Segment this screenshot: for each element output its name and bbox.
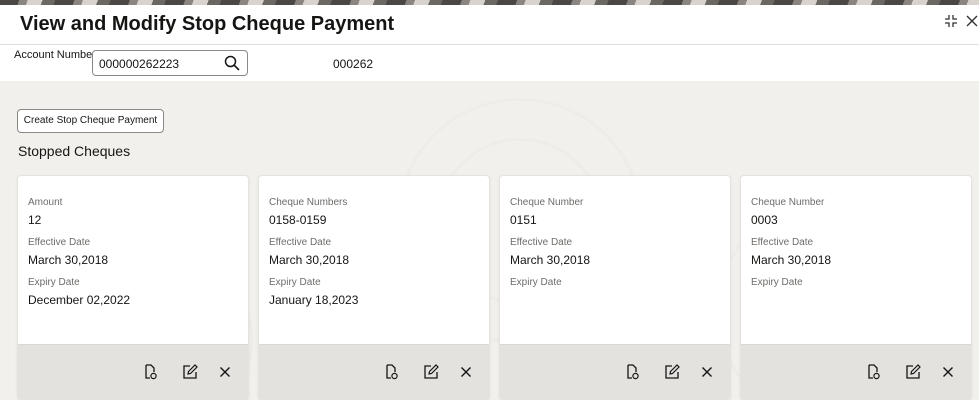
field1-label: Cheque Number bbox=[751, 197, 825, 208]
account-number-value: 000000262223 bbox=[99, 57, 180, 71]
effective-date-value: March 30,2018 bbox=[269, 253, 350, 267]
expiry-date-label: Expiry Date bbox=[510, 277, 562, 288]
effective-date-label: Effective Date bbox=[28, 237, 91, 248]
account-bar: Account Number 000000262223 000262 bbox=[0, 45, 979, 81]
title-bar: View and Modify Stop Cheque Payment bbox=[0, 5, 979, 45]
field1-value: 12 bbox=[28, 213, 42, 227]
effective-date-value: March 30,2018 bbox=[28, 253, 109, 267]
stopped-cheque-card: Cheque Number 0151 Effective Date March … bbox=[499, 175, 731, 400]
view-icon[interactable] bbox=[864, 363, 882, 381]
section-title: Stopped Cheques bbox=[18, 143, 131, 159]
view-icon[interactable] bbox=[141, 363, 159, 381]
create-stop-cheque-button[interactable]: Create Stop Cheque Payment bbox=[17, 109, 164, 133]
expiry-date-label: Expiry Date bbox=[751, 277, 803, 288]
stopped-cheque-card: Cheque Numbers 0158-0159 Effective Date … bbox=[258, 175, 490, 400]
effective-date-value: March 30,2018 bbox=[751, 253, 832, 267]
field1-value: 0158-0159 bbox=[269, 213, 327, 227]
expiry-date-value: December 02,2022 bbox=[28, 293, 131, 307]
delete-icon[interactable] bbox=[457, 363, 475, 381]
account-name: 000262 bbox=[333, 57, 374, 71]
card-actions bbox=[259, 344, 489, 399]
expiry-date-label: Expiry Date bbox=[269, 277, 321, 288]
delete-icon[interactable] bbox=[216, 363, 234, 381]
effective-date-label: Effective Date bbox=[269, 237, 332, 248]
search-icon[interactable] bbox=[223, 54, 241, 72]
field1-label: Amount bbox=[28, 197, 63, 208]
page-title: View and Modify Stop Cheque Payment bbox=[20, 13, 395, 35]
field1-label: Cheque Number bbox=[510, 197, 584, 208]
stopped-cheque-card: Cheque Number 0003 Effective Date March … bbox=[740, 175, 972, 400]
expiry-date-label: Expiry Date bbox=[28, 277, 80, 288]
edit-icon[interactable] bbox=[663, 363, 681, 381]
effective-date-value: March 30,2018 bbox=[510, 253, 591, 267]
card-actions bbox=[741, 344, 971, 399]
field1-value: 0003 bbox=[751, 213, 778, 227]
effective-date-label: Effective Date bbox=[510, 237, 573, 248]
expiry-date-value: January 18,2023 bbox=[269, 293, 359, 307]
account-number-field[interactable]: 000000262223 bbox=[92, 50, 248, 76]
view-icon[interactable] bbox=[382, 363, 400, 381]
edit-icon[interactable] bbox=[904, 363, 922, 381]
account-number-label: Account Number bbox=[14, 49, 96, 61]
close-icon[interactable] bbox=[962, 14, 979, 34]
minimize-icon[interactable] bbox=[941, 14, 961, 34]
edit-icon[interactable] bbox=[422, 363, 440, 381]
card-actions bbox=[18, 344, 248, 399]
delete-icon[interactable] bbox=[698, 363, 716, 381]
delete-icon[interactable] bbox=[939, 363, 957, 381]
view-icon[interactable] bbox=[623, 363, 641, 381]
card-actions bbox=[500, 344, 730, 399]
edit-icon[interactable] bbox=[181, 363, 199, 381]
field1-value: 0151 bbox=[510, 213, 537, 227]
stopped-cheque-card: Amount 12 Effective Date March 30,2018 E… bbox=[17, 175, 249, 400]
field1-label: Cheque Numbers bbox=[269, 197, 348, 208]
effective-date-label: Effective Date bbox=[751, 237, 814, 248]
